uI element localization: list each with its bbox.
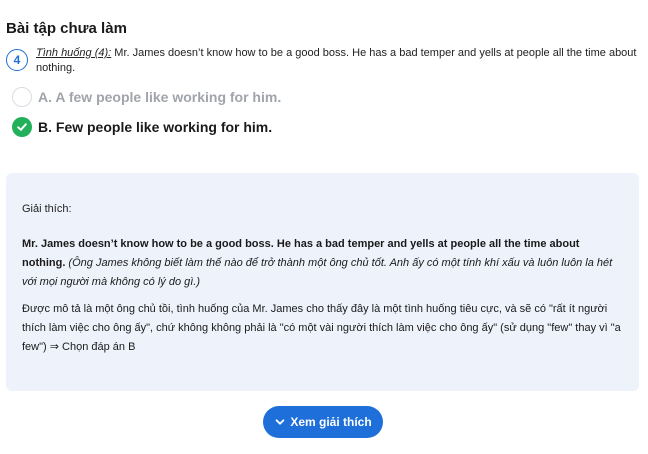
exercise-page: Bài tập chưa làm 4 Tình huống (4): Mr. J…	[0, 0, 648, 454]
explanation-paragraph-2: Được mô tả là một ông chủ tồi, tình huốn…	[22, 303, 621, 353]
option-a[interactable]: A. A few people like working for him.	[12, 86, 281, 108]
explanation-heading: Giải thích:	[22, 203, 72, 215]
option-a-label: A. A few people like working for him.	[38, 89, 282, 105]
chevron-down-icon	[274, 416, 286, 428]
question-body: Mr. James doesn’t know how to be a good …	[36, 47, 637, 74]
question-number-badge: 4	[6, 49, 28, 71]
check-circle-icon[interactable]	[12, 117, 32, 137]
option-b-label: B. Few people like working for him.	[38, 119, 273, 135]
option-b[interactable]: B. Few people like working for him.	[12, 116, 272, 138]
question-text: Tình huống (4): Mr. James doesn’t know h…	[36, 46, 642, 76]
radio-unchecked-icon[interactable]	[12, 87, 32, 107]
section-title: Bài tập chưa làm	[6, 20, 127, 37]
question-tag: Tình huống (4):	[36, 47, 112, 59]
explanation-vietnamese: (Ông James không biết làm thế nào để trở…	[22, 257, 613, 288]
view-explanation-label: Xem giải thích	[290, 415, 372, 429]
view-explanation-button[interactable]: Xem giải thích	[263, 406, 383, 438]
explanation-paragraph-1: Mr. James doesn’t know how to be a good …	[22, 235, 625, 292]
explanation-panel: Giải thích: Mr. James doesn’t know how t…	[6, 173, 639, 391]
